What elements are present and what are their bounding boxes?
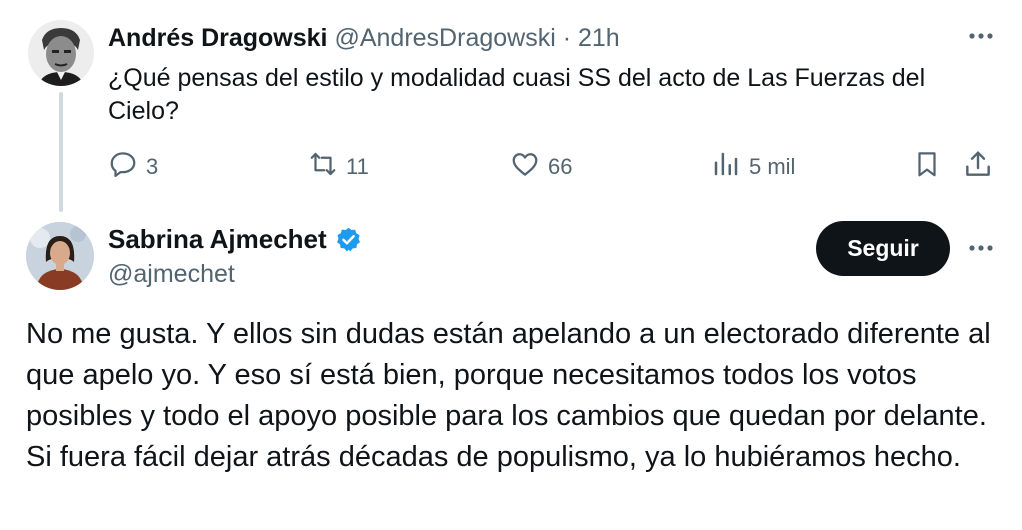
views-button[interactable]: 5 mil [711,149,795,185]
retweet-count: 11 [346,154,369,179]
verified-icon [335,226,362,253]
bookmark-icon[interactable] [912,149,942,179]
meta-separator: · [562,24,572,52]
reply-tweet-text: No me gusta. Y ellos sin dudas están ape… [26,318,991,473]
author-avatar-sabrina[interactable] [26,222,94,290]
retweet-icon [308,149,338,185]
reply-count: 3 [146,154,159,179]
reply-button[interactable]: 3 [108,149,158,185]
author-handle[interactable]: @ajmechet [108,258,235,290]
parent-tweet-text: ¿Qué pensas del estilo y modalidad cuasi… [108,64,926,125]
more-icon[interactable] [966,238,996,258]
tweet-time[interactable]: 21h [578,24,620,52]
retweet-button[interactable]: 11 [308,149,369,185]
author-avatar-andres[interactable] [28,20,94,86]
follow-button[interactable]: Seguir [816,221,950,276]
author-handle[interactable]: @AndresDragowski [334,24,555,52]
more-icon[interactable] [966,26,996,46]
parent-tweet-header: Andrés Dragowski @AndresDragowski · 21h [108,22,620,54]
reply-author-line: Sabrina Ajmechet [108,222,362,256]
author-name[interactable]: Andrés Dragowski [108,24,328,52]
reply-icon [108,149,138,185]
like-count: 66 [548,154,573,179]
like-icon [510,149,540,185]
views-count: 5 mil [749,154,796,179]
like-button[interactable]: 66 [510,149,572,185]
views-icon [711,149,741,185]
share-icon[interactable] [962,148,994,180]
thread-line [59,92,63,212]
author-name[interactable]: Sabrina Ajmechet [108,222,327,256]
